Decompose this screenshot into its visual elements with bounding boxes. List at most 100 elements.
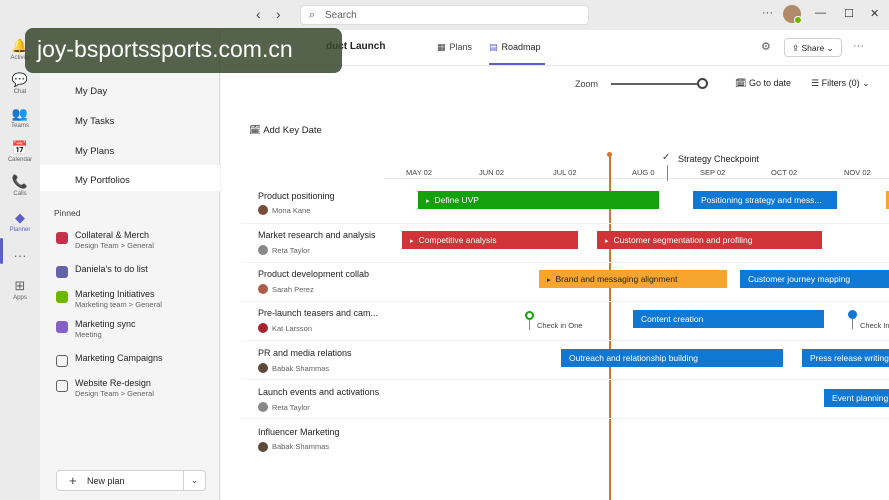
planner-left-pane: My Day My Tasks My Plans My Portfolios P… xyxy=(40,30,220,500)
row-title[interactable]: Product positioning xyxy=(258,191,335,201)
expand-caret-icon: ▸ xyxy=(605,238,609,245)
month-label: JUL 02 xyxy=(553,168,577,177)
go-to-date-button[interactable]: 🗓 Go to date xyxy=(735,78,791,89)
month-label: MAY 02 xyxy=(406,168,432,177)
board-icon: ▦ xyxy=(437,42,446,52)
minimize-button[interactable]: — xyxy=(815,7,826,19)
milestone-label[interactable]: Strategy Checkpoint xyxy=(678,154,759,164)
zoom-label: Zoom xyxy=(575,79,599,89)
checkin-stem xyxy=(529,320,530,330)
phone-icon: 📞 xyxy=(11,174,29,189)
watermark-banner: joy-bsportssports.com.cn xyxy=(25,28,342,73)
row-title[interactable]: Pre-launch teasers and cam... xyxy=(258,308,378,318)
roadmap-bar[interactable]: Customer journey mapping xyxy=(740,270,889,288)
planner-icon: ◆ xyxy=(15,210,25,225)
rail-item-more[interactable]: ··· xyxy=(0,248,40,263)
roadmap-bar[interactable]: Event planning xyxy=(824,389,889,407)
row-owner: Kat Larsson xyxy=(272,324,313,333)
tab-roadmap[interactable]: ▤ Roadmap xyxy=(489,42,541,53)
forward-arrow-icon[interactable]: › xyxy=(276,6,281,22)
rail-item-apps[interactable]: ⊞ Apps xyxy=(0,278,40,301)
plan-icon xyxy=(56,232,68,244)
checkin-label: Check in One xyxy=(537,321,583,330)
row-owner: Mona Kane xyxy=(272,206,311,215)
tab-plans[interactable]: ▦ Plans xyxy=(437,42,472,53)
nav-my-portfolios[interactable]: My Portfolios xyxy=(40,165,220,191)
rail-item-teams[interactable]: 👥 Teams xyxy=(0,106,40,129)
owner-avatar xyxy=(258,323,268,333)
month-label: OCT 02 xyxy=(771,168,798,177)
app-rail: 🔔 Activity 💬 Chat 👥 Teams 📅 Calendar 📞 Calls … xyxy=(0,30,40,500)
row-title[interactable]: PR and media relations xyxy=(258,348,352,358)
checkin-marker[interactable] xyxy=(525,311,534,320)
milestone-stem xyxy=(667,165,668,181)
filters-button[interactable]: ☰ Filters (0) ⌄ xyxy=(811,78,870,89)
roadmap-bar[interactable]: ▸ Competitive analysis xyxy=(402,231,578,249)
rail-item-calendar[interactable]: 📅 Calendar xyxy=(0,140,40,163)
share-button[interactable]: ⇪ Share ⌄ xyxy=(784,38,842,57)
checkin-stem xyxy=(852,319,853,329)
folder-icon xyxy=(56,355,68,367)
rail-item-calls[interactable]: 📞 Calls xyxy=(0,174,40,197)
plus-icon: + xyxy=(69,473,77,488)
search-box[interactable]: ⌕ Search xyxy=(300,5,589,25)
row-title[interactable]: Influencer Marketing xyxy=(258,427,340,437)
rail-item-chat[interactable]: 💬 Chat xyxy=(0,72,40,95)
row-divider xyxy=(241,301,889,302)
add-key-date-button[interactable]: 🗓 Add Key Date xyxy=(249,125,322,136)
maximize-button[interactable]: ☐ xyxy=(844,7,854,20)
calendar-icon: 📅 xyxy=(11,140,29,155)
roadmap-bar[interactable]: Positioning strategy and mess... xyxy=(693,191,837,209)
search-placeholder: Search xyxy=(325,10,357,21)
copilot-icon[interactable]: ⚙ xyxy=(761,40,771,53)
chat-icon: 💬 xyxy=(11,72,29,87)
roadmap-bar[interactable]: Content creation xyxy=(633,310,824,328)
expand-caret-icon: ▸ xyxy=(426,198,430,205)
rail-item-planner[interactable]: ◆ Planner xyxy=(0,210,40,233)
roadmap-bar[interactable]: ▸ Brand and messaging alignment xyxy=(539,270,727,288)
nav-my-plans[interactable]: My Plans xyxy=(75,146,114,157)
row-divider xyxy=(241,418,889,419)
roadmap-icon: ▤ xyxy=(489,42,498,52)
owner-avatar xyxy=(258,363,268,373)
active-tab-indicator xyxy=(489,63,545,65)
roadmap-bar[interactable]: Outreach and relationship building xyxy=(561,349,783,367)
calendar-icon: 🗓 xyxy=(735,78,749,88)
row-divider xyxy=(241,262,889,263)
more-options-icon[interactable]: ··· xyxy=(762,7,773,19)
row-divider xyxy=(241,379,889,380)
row-owner: Reta Taylor xyxy=(272,403,310,412)
owner-avatar xyxy=(258,442,268,452)
checkin-label: Check In xyxy=(860,321,889,330)
nav-my-day[interactable]: My Day xyxy=(75,86,107,97)
row-owner: Sarah Perez xyxy=(272,285,314,294)
folder-icon xyxy=(56,380,68,392)
calendar-plus-icon: 🗓 xyxy=(249,125,264,136)
zoom-slider-knob[interactable] xyxy=(697,78,708,89)
plan-icon xyxy=(56,291,68,303)
title-bar: ‹ › ⌕ Search ··· — ☐ ✕ xyxy=(0,0,889,30)
checkin-marker[interactable] xyxy=(848,310,857,319)
more-options-icon[interactable]: ··· xyxy=(853,40,864,52)
roadmap-bar[interactable]: Press release writing xyxy=(802,349,889,367)
timeline-axis xyxy=(384,178,889,179)
roadmap-bar[interactable]: ▸ Define UVP xyxy=(418,191,659,209)
month-label: SEP 02 xyxy=(700,168,726,177)
teams-icon: 👥 xyxy=(11,106,29,121)
milestone-check-icon[interactable]: ✓ xyxy=(662,152,670,163)
new-plan-button[interactable]: + New plan ⌄ xyxy=(56,470,206,491)
row-divider xyxy=(241,340,889,341)
user-avatar[interactable] xyxy=(783,5,802,24)
nav-my-tasks[interactable]: My Tasks xyxy=(75,116,114,127)
back-arrow-icon[interactable]: ‹ xyxy=(256,6,261,22)
chevron-down-icon[interactable]: ⌄ xyxy=(183,471,205,490)
roadmap-main: duct Launch ▦ Plans ▤ Roadmap ⚙ ⇪ Share ⌄ … xyxy=(221,30,889,500)
roadmap-bar[interactable]: ▸ Customer segmentation and profiling xyxy=(597,231,822,249)
zoom-slider[interactable] xyxy=(611,83,703,85)
row-divider xyxy=(241,223,889,224)
search-icon: ⌕ xyxy=(309,9,316,21)
close-button[interactable]: ✕ xyxy=(870,7,879,20)
row-title[interactable]: Product development collab xyxy=(258,269,369,279)
row-title[interactable]: Launch events and activations xyxy=(258,387,379,397)
row-title[interactable]: Market research and analysis xyxy=(258,230,376,240)
